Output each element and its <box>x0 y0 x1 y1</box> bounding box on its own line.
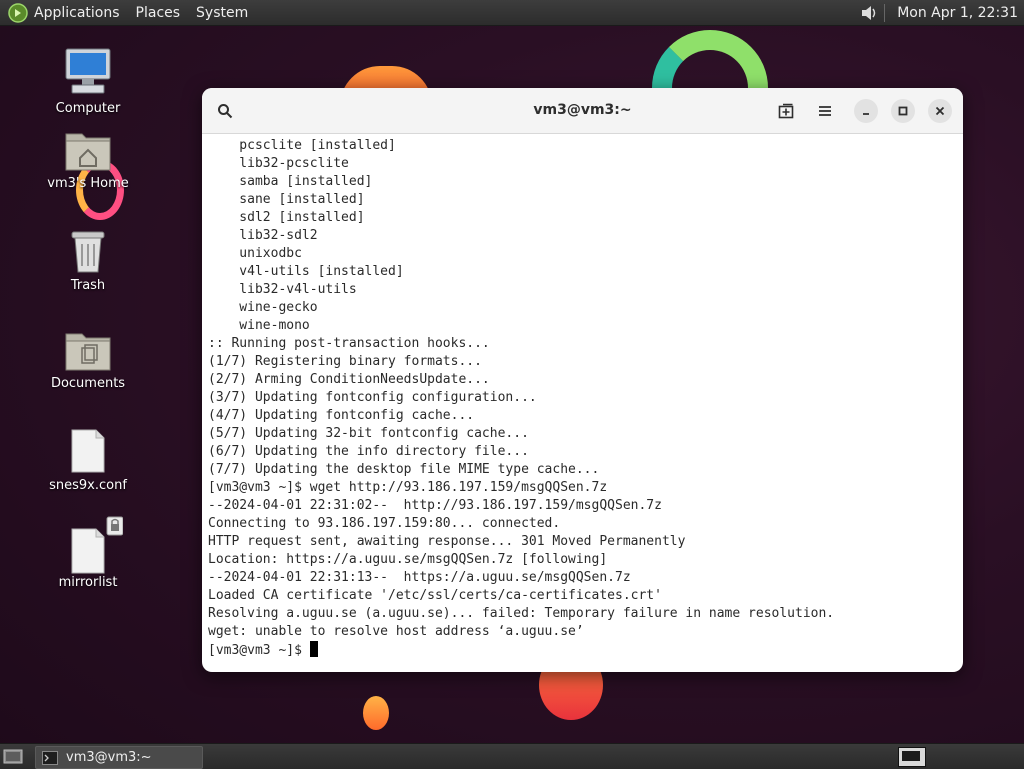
terminal-line: lib32-pcsclite <box>208 156 349 171</box>
terminal-titlebar[interactable]: vm3@vm3:~ <box>202 88 963 134</box>
terminal-line: v4l-utils [installed] <box>208 264 404 279</box>
hamburger-menu-icon <box>819 106 831 116</box>
terminal-line: --2024-04-01 22:31:02-- http://93.186.19… <box>208 498 662 513</box>
terminal-prompt-line[interactable]: [vm3@vm3 ~]$ <box>208 641 957 660</box>
trash-icon <box>71 231 105 273</box>
workspace-1[interactable] <box>902 751 920 761</box>
terminal-line: sane [installed] <box>208 192 365 207</box>
desktop-icon-documents[interactable]: Documents <box>38 328 138 391</box>
menu-button[interactable] <box>813 99 837 123</box>
terminal-line: (3/7) Updating fontconfig configuration.… <box>208 390 537 405</box>
home-folder-icon <box>65 133 111 171</box>
desktop-icon-label: Trash <box>70 278 106 293</box>
documents-folder-icon <box>65 333 111 371</box>
terminal-line: wine-gecko <box>208 300 318 315</box>
clock[interactable]: Mon Apr 1, 22:31 <box>887 5 1024 21</box>
new-tab-icon <box>778 103 794 119</box>
close-icon <box>935 106 945 116</box>
close-button[interactable] <box>928 99 952 123</box>
maximize-button[interactable] <box>891 99 915 123</box>
terminal-icon <box>42 750 58 765</box>
terminal-line: samba [installed] <box>208 174 373 189</box>
show-desktop-button[interactable] <box>3 748 23 765</box>
computer-icon <box>65 48 111 94</box>
desktop-icon-label: Computer <box>55 101 121 116</box>
terminal-output[interactable]: pcsclite [installed] lib32-pcsclite samb… <box>202 134 963 663</box>
new-tab-button[interactable] <box>774 99 798 123</box>
terminal-line: lib32-v4l-utils <box>208 282 357 297</box>
terminal-cursor <box>309 641 318 657</box>
desktop-icon-trash[interactable]: Trash <box>38 226 138 293</box>
file-icon <box>71 429 105 473</box>
terminal-prompt: [vm3@vm3 ~]$ <box>208 643 310 658</box>
applications-menu-label: Applications <box>34 4 120 21</box>
terminal-window[interactable]: vm3@vm3:~ pcsclite [installed] lib32-pcs… <box>202 88 963 672</box>
terminal-line: (2/7) Arming ConditionNeedsUpdate... <box>208 372 490 387</box>
terminal-line: Loaded CA certificate '/etc/ssl/certs/ca… <box>208 588 662 603</box>
terminal-line: Connecting to 93.186.197.159:80... conne… <box>208 516 561 531</box>
wallpaper-small-orange-blob <box>363 696 389 730</box>
panel-separator <box>884 3 886 22</box>
minimize-button[interactable] <box>854 99 878 123</box>
terminal-line: HTTP request sent, awaiting response... … <box>208 534 686 549</box>
terminal-line: [vm3@vm3 ~]$ wget http://93.186.197.159/… <box>208 480 608 495</box>
bottom-panel: vm3@vm3:~ <box>0 743 1024 769</box>
terminal-line: :: Running post-transaction hooks... <box>208 336 490 351</box>
minimize-icon <box>863 113 869 115</box>
terminal-line: (6/7) Updating the info directory file..… <box>208 444 529 459</box>
taskbar-button-label: vm3@vm3:~ <box>66 750 152 765</box>
terminal-line: (4/7) Updating fontconfig cache... <box>208 408 475 423</box>
locked-file-icon <box>71 516 123 574</box>
terminal-line: (5/7) Updating 32-bit fontconfig cache..… <box>208 426 529 441</box>
terminal-line: sdl2 [installed] <box>208 210 365 225</box>
terminal-line: (7/7) Updating the desktop file MIME typ… <box>208 462 600 477</box>
terminal-line: (1/7) Registering binary formats... <box>208 354 482 369</box>
system-menu-label: System <box>196 4 249 21</box>
show-desktop-icon <box>3 749 23 764</box>
desktop-icon-label: snes9x.conf <box>49 478 127 493</box>
desktop-icon-label: vm3's Home <box>47 176 129 191</box>
terminal-title: vm3@vm3:~ <box>533 102 632 118</box>
terminal-line: Location: https://a.uguu.se/msgQQSen.7z … <box>208 552 608 567</box>
speaker-icon <box>862 5 876 20</box>
terminal-line: Resolving a.uguu.se (a.uguu.se)... faile… <box>208 606 835 621</box>
mate-logo-icon <box>8 2 28 23</box>
workspace-switcher[interactable] <box>898 747 926 767</box>
applications-menu[interactable]: Applications <box>0 0 128 25</box>
desktop-icon-label: Documents <box>50 376 126 391</box>
desktop-icon-home[interactable]: vm3's Home <box>38 128 138 191</box>
terminal-line: unixodbc <box>208 246 302 261</box>
desktop-icon-label: mirrorlist <box>58 575 118 590</box>
maximize-icon <box>898 106 908 116</box>
desktop-icon-snes9x-conf[interactable]: snes9x.conf <box>38 428 138 493</box>
top-panel: Applications Places System Mon Apr 1, 22… <box>0 0 1024 26</box>
terminal-line: wine-mono <box>208 318 310 333</box>
volume-control[interactable] <box>856 4 882 22</box>
terminal-line: wget: unable to resolve host address ‘a.… <box>208 624 584 639</box>
taskbar-button-terminal[interactable]: vm3@vm3:~ <box>35 746 203 769</box>
desktop-icon-mirrorlist[interactable]: mirrorlist <box>38 515 138 590</box>
desktop-icon-computer[interactable]: Computer <box>38 45 138 116</box>
terminal-line: --2024-04-01 22:31:13-- https://a.uguu.s… <box>208 570 631 585</box>
system-menu[interactable]: System <box>188 0 256 25</box>
terminal-line: pcsclite [installed] <box>208 138 396 153</box>
terminal-line: lib32-sdl2 <box>208 228 318 243</box>
places-menu-label: Places <box>135 4 181 21</box>
places-menu[interactable]: Places <box>128 0 189 25</box>
